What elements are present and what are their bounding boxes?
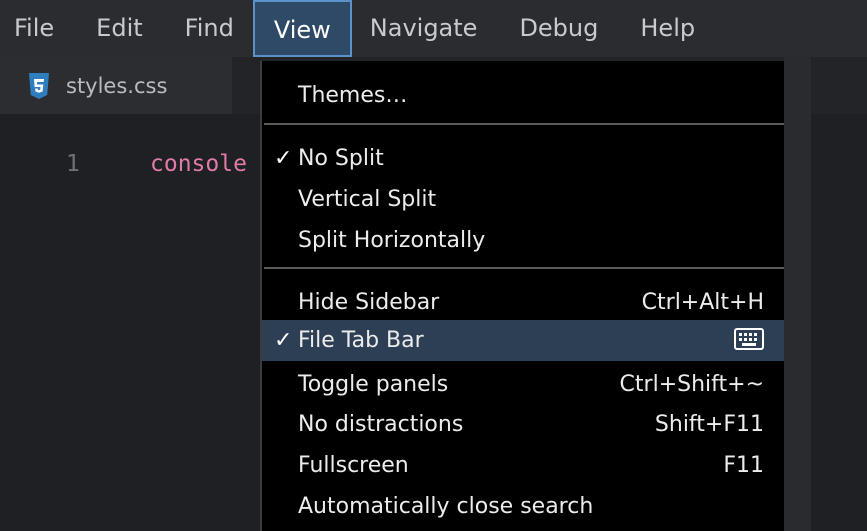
- menu-item-label: No Split: [298, 145, 384, 171]
- menu-item-file-tab-bar[interactable]: ✓ File Tab Bar: [262, 320, 784, 361]
- checkmark-icon: ✓: [274, 328, 293, 353]
- menu-view[interactable]: View: [252, 0, 352, 57]
- menu-navigate[interactable]: Navigate: [352, 0, 520, 57]
- menu-item-label: Automatically close search: [298, 493, 594, 519]
- shortcut-label: Ctrl+Shift+~: [619, 371, 764, 397]
- menu-debug[interactable]: Debug: [519, 0, 640, 57]
- menu-item-themes[interactable]: Themes…: [262, 75, 784, 115]
- css3-icon: [29, 72, 49, 99]
- menu-find[interactable]: Find: [185, 0, 253, 57]
- menu-item-label: Vertical Split: [298, 186, 437, 212]
- menu-help[interactable]: Help: [640, 0, 714, 57]
- shortcut-label: Shift+F11: [654, 411, 764, 437]
- shortcut-label: F11: [723, 452, 764, 478]
- menu-item-hide-sidebar[interactable]: Hide Sidebar Ctrl+Alt+H: [262, 282, 784, 322]
- scrollbar-track[interactable]: [784, 57, 811, 531]
- tab-styles-css[interactable]: styles.css: [0, 57, 232, 114]
- checkmark-icon: ✓: [274, 145, 293, 171]
- menu-item-split-horizontally[interactable]: Split Horizontally: [262, 220, 784, 260]
- menu-item-toggle-panels[interactable]: Toggle panels Ctrl+Shift+~: [262, 364, 784, 404]
- view-menu-dropdown: Themes… ✓ No Split Vertical Split Split …: [260, 61, 784, 531]
- menu-item-label: Themes…: [298, 82, 408, 108]
- menu-item-label: Split Horizontally: [298, 227, 486, 253]
- menu-separator: [264, 123, 784, 125]
- keyboard-icon: [734, 328, 764, 350]
- menu-bar: File Edit Find View Navigate Debug Help: [0, 0, 867, 57]
- menu-item-label: No distractions: [298, 411, 464, 437]
- menu-item-fullscreen[interactable]: Fullscreen F11: [262, 445, 784, 485]
- line-number: 1: [66, 151, 80, 177]
- menu-separator: [264, 267, 784, 269]
- menu-item-no-distractions[interactable]: No distractions Shift+F11: [262, 404, 784, 444]
- menu-item-label: Hide Sidebar: [298, 289, 440, 315]
- code-text[interactable]: console: [150, 151, 247, 177]
- tab-label: styles.css: [66, 73, 168, 98]
- menu-item-label: File Tab Bar: [298, 328, 424, 353]
- menu-item-no-split[interactable]: ✓ No Split: [262, 138, 784, 178]
- menu-edit[interactable]: Edit: [96, 0, 184, 57]
- menu-item-label: Toggle panels: [298, 371, 449, 397]
- menu-file[interactable]: File: [0, 0, 96, 57]
- menu-item-auto-close-search[interactable]: Automatically close search: [262, 486, 784, 526]
- menu-item-label: Fullscreen: [298, 452, 409, 478]
- shortcut-label: Ctrl+Alt+H: [641, 289, 764, 315]
- menu-item-vertical-split[interactable]: Vertical Split: [262, 179, 784, 219]
